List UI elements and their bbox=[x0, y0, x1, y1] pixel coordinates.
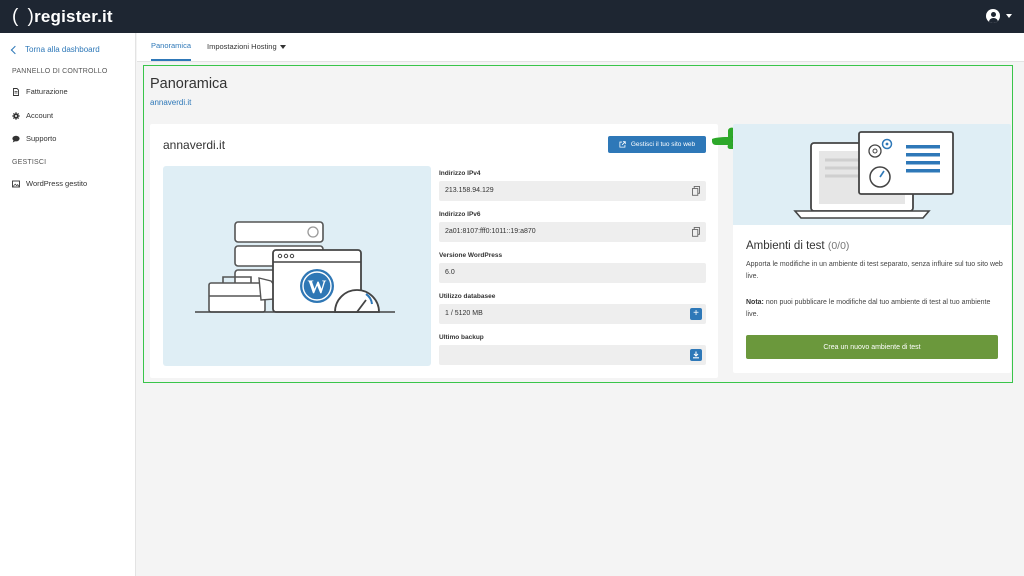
sidebar-item-support[interactable]: Supporto bbox=[12, 134, 56, 143]
tab-hosting-settings[interactable]: Impostazioni Hosting bbox=[207, 33, 286, 61]
caret-down-icon bbox=[1006, 14, 1012, 18]
test-environments-title-text: Ambienti di test bbox=[746, 240, 825, 252]
chevron-left-icon bbox=[10, 45, 20, 54]
image-icon bbox=[12, 180, 20, 187]
sidebar-item-billing[interactable]: Fatturazione bbox=[12, 87, 68, 96]
user-icon bbox=[986, 9, 1000, 23]
note-text: non puoi pubblicare le modifiche dal tuo… bbox=[746, 299, 991, 318]
ipv6-value: 2a01:8107:fff0:1011::19:a870 bbox=[445, 228, 536, 235]
tab-label: Impostazioni Hosting bbox=[207, 42, 277, 51]
chat-icon bbox=[12, 135, 20, 142]
download-icon[interactable] bbox=[690, 349, 702, 361]
ipv6-field: 2a01:8107:fff0:1011::19:a870 bbox=[439, 222, 706, 242]
wordpress-version-label: Versione WordPress bbox=[439, 252, 503, 259]
last-backup-label: Ultimo backup bbox=[439, 334, 484, 341]
ipv4-value: 213.158.94.129 bbox=[445, 187, 494, 194]
ipv4-label: Indirizzo IPv4 bbox=[439, 170, 481, 177]
invoice-icon bbox=[13, 87, 19, 96]
sidebar-item-label: Fatturazione bbox=[26, 87, 68, 96]
database-usage-field: 1 / 5120 MB + bbox=[439, 304, 706, 324]
caret-down-icon bbox=[279, 45, 286, 49]
download-glyph bbox=[693, 351, 699, 359]
wordpress-version-field: 6.0 bbox=[439, 263, 706, 283]
tab-overview[interactable]: Panoramica bbox=[151, 33, 192, 61]
logo-text: register.it bbox=[34, 7, 113, 26]
last-backup-field bbox=[439, 345, 706, 365]
manage-website-label: Gestisci il tuo sito web bbox=[630, 141, 696, 148]
top-bar: () register.it bbox=[0, 0, 1024, 33]
create-test-environment-label: Crea un nuovo ambiente di test bbox=[823, 343, 921, 351]
wordpress-version-value: 6.0 bbox=[445, 269, 455, 276]
tab-bar: Panoramica Impostazioni Hosting bbox=[137, 33, 1024, 62]
register-logo[interactable]: () register.it bbox=[12, 6, 113, 28]
back-to-dashboard-label: Torna alla dashboard bbox=[25, 45, 100, 54]
ipv6-label: Indirizzo IPv6 bbox=[439, 211, 481, 218]
test-environments-description: Apporta le modifiche in un ambiente di t… bbox=[746, 261, 1003, 280]
svg-text:W: W bbox=[308, 277, 327, 298]
note-label: Nota: bbox=[746, 299, 764, 306]
copy-icon[interactable] bbox=[692, 186, 700, 196]
gear-icon bbox=[12, 111, 20, 120]
sidebar-item-account[interactable]: Account bbox=[12, 111, 53, 120]
tab-label: Panoramica bbox=[151, 41, 192, 50]
hosting-illustration: W bbox=[195, 221, 395, 313]
domain-link[interactable]: annaverdi.it bbox=[150, 98, 191, 107]
section-label-manage: GESTISCI bbox=[12, 159, 47, 166]
external-link-icon bbox=[619, 141, 626, 148]
section-label-control-panel: PANNELLO DI CONTROLLO bbox=[12, 68, 108, 75]
test-environments-count: (0/0) bbox=[827, 240, 850, 252]
wordpress-illustration: W bbox=[163, 166, 431, 366]
copy-icon[interactable] bbox=[692, 227, 700, 237]
back-to-dashboard-link[interactable]: Torna alla dashboard bbox=[10, 45, 100, 54]
sidebar-item-label: Supporto bbox=[26, 134, 57, 143]
test-environments-note: Nota: non puoi pubblicare le modifiche d… bbox=[746, 297, 1004, 320]
sidebar: Torna alla dashboard PANNELLO DI CONTROL… bbox=[0, 33, 136, 576]
test-environment-illustration bbox=[733, 124, 1011, 225]
sidebar-item-label: WordPress gestito bbox=[26, 179, 88, 188]
test-environments-title: Ambienti di test (0/0) bbox=[746, 240, 849, 252]
database-usage-value: 1 / 5120 MB bbox=[445, 310, 483, 317]
database-usage-label: Utilizzo databasee bbox=[439, 293, 496, 300]
sidebar-item-wordpress[interactable]: WordPress gestito bbox=[12, 179, 87, 188]
page-title: Panoramica bbox=[150, 76, 228, 92]
user-menu[interactable] bbox=[986, 9, 1012, 23]
sidebar-item-label: Account bbox=[26, 111, 54, 120]
create-test-environment-button[interactable]: Crea un nuovo ambiente di test bbox=[746, 335, 998, 359]
manage-website-button[interactable]: Gestisci il tuo sito web bbox=[608, 136, 706, 153]
laptop-illustration bbox=[793, 131, 954, 219]
site-card-title: annaverdi.it bbox=[163, 138, 226, 152]
ipv4-field: 213.158.94.129 bbox=[439, 181, 706, 201]
plus-icon[interactable]: + bbox=[690, 308, 702, 320]
